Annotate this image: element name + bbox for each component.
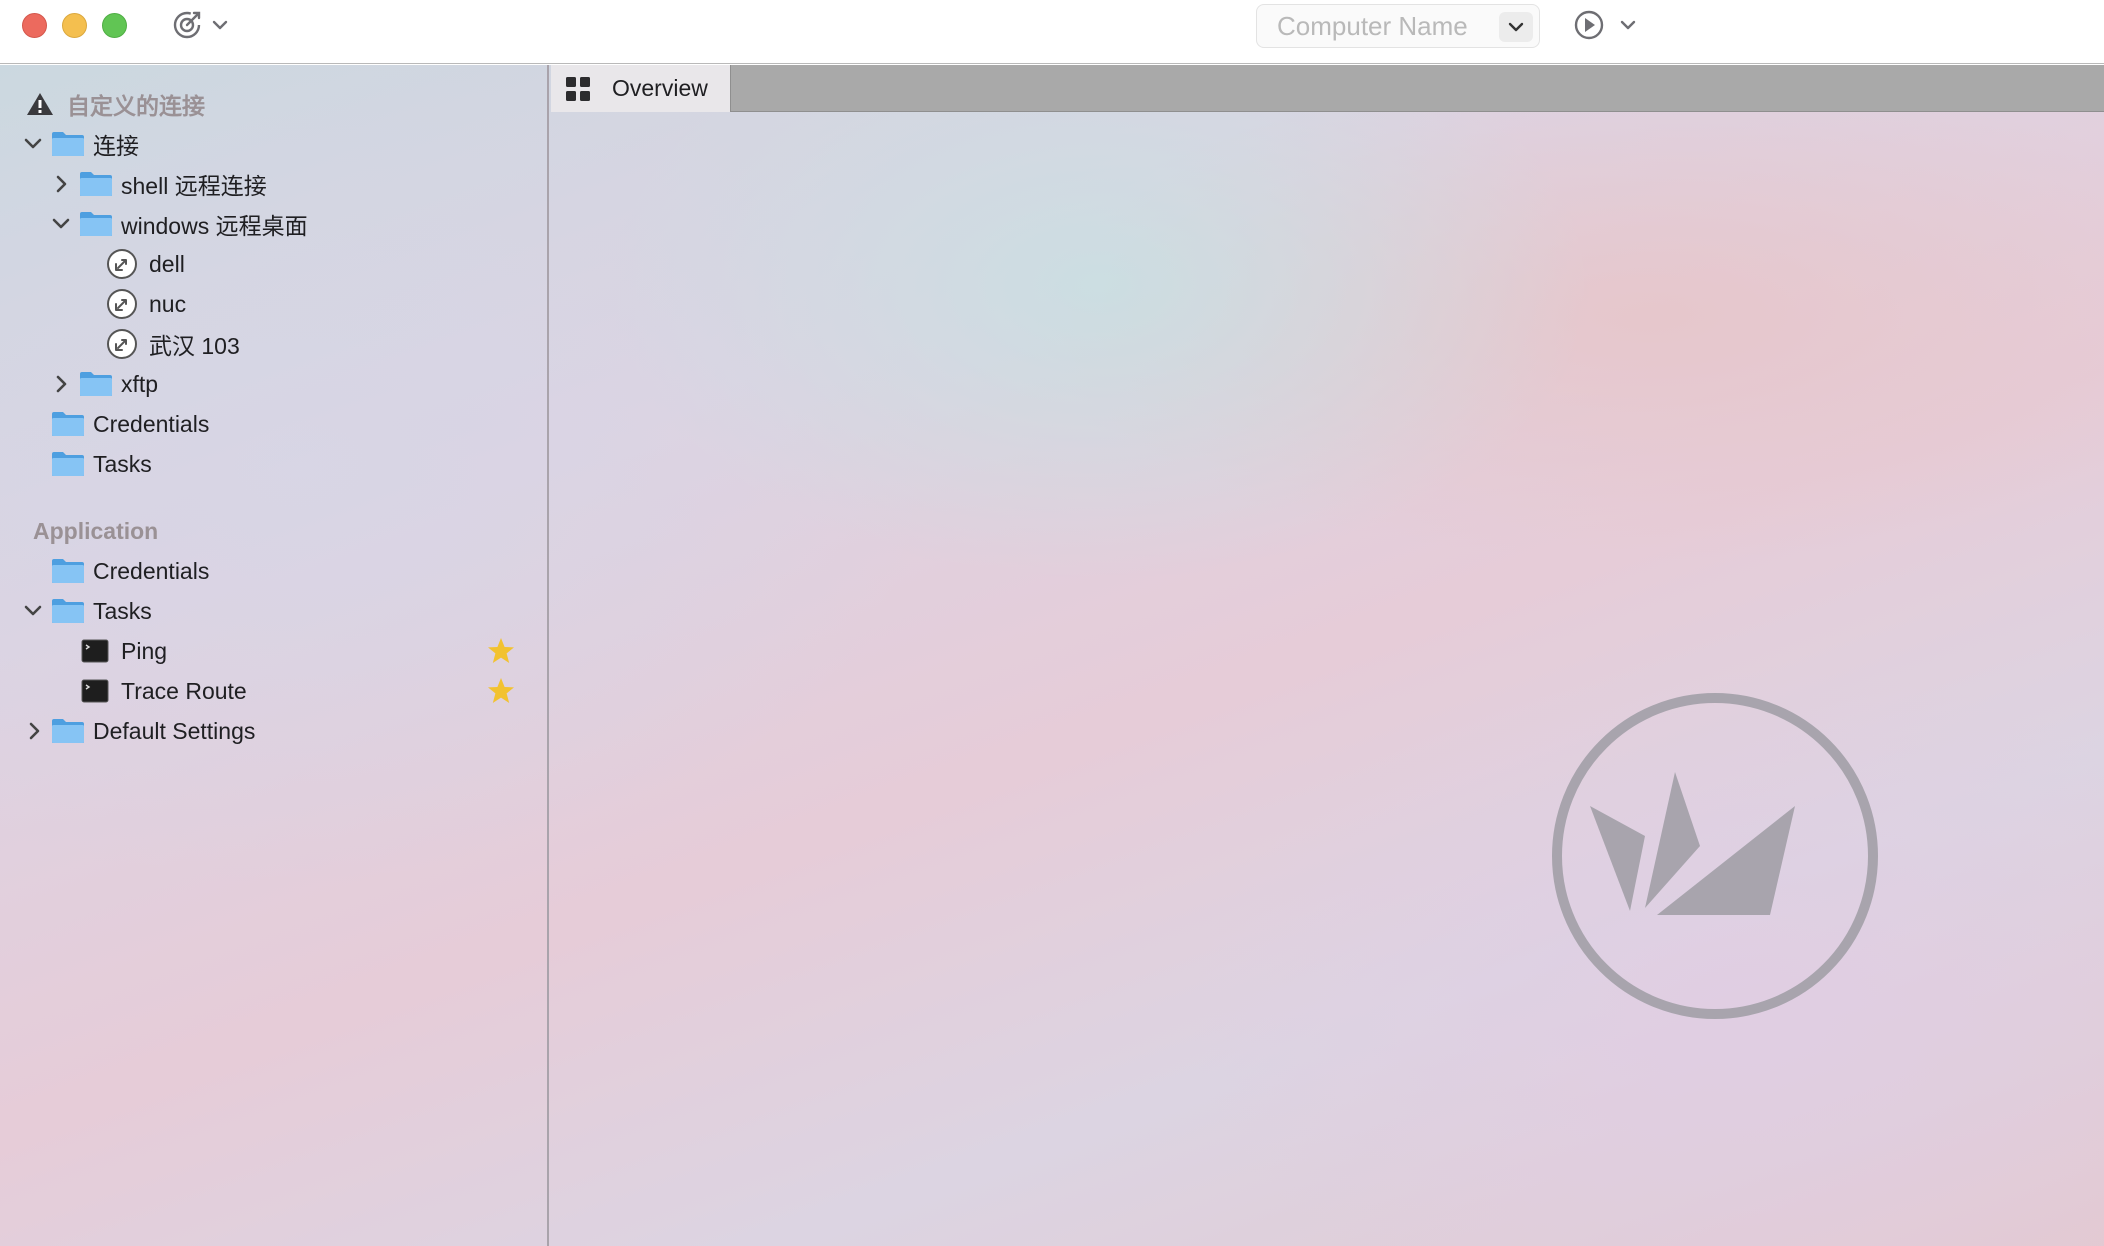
tab-label: Overview	[612, 75, 708, 101]
connect-menu-button[interactable]	[170, 8, 232, 47]
title-bar	[0, 0, 2104, 64]
tree-item-nuc[interactable]: nuc	[0, 284, 549, 324]
tree-item-label: 武汉 103	[149, 333, 240, 359]
tree-item-wuhan-103[interactable]: 武汉 103	[0, 324, 549, 364]
folder-icon	[79, 371, 113, 397]
tree-item-xftp[interactable]: xftp	[0, 364, 549, 404]
chevron-down-icon[interactable]	[21, 132, 45, 156]
tree-item-app-credentials[interactable]: Credentials	[0, 551, 549, 591]
play-circle-icon	[1574, 10, 1636, 40]
tab-bar: Overview	[551, 65, 2104, 112]
chevron-right-icon[interactable]	[50, 372, 74, 396]
tree-item-dell[interactable]: dell	[0, 244, 549, 284]
folder-icon	[79, 171, 113, 197]
tree-item-label: windows 远程桌面	[121, 213, 308, 239]
tree-item-label: Trace Route	[121, 677, 247, 704]
tree-item-label: Tasks	[93, 597, 152, 624]
chevron-right-icon[interactable]	[23, 719, 47, 743]
section-title: 自定义的连接	[67, 93, 205, 119]
remote-desktop-icon	[106, 248, 138, 280]
tree-item-label: Credentials	[93, 557, 210, 584]
folder-icon	[51, 451, 85, 477]
favorite-star-icon[interactable]	[485, 635, 517, 667]
grid-icon	[564, 75, 592, 103]
tree-item-label: Credentials	[93, 410, 210, 437]
folder-icon	[51, 411, 85, 437]
terminal-icon	[81, 639, 109, 663]
folder-icon	[79, 211, 113, 237]
sidebar: 自定义的连接 连接 shell 远程连接 windows 远程桌面 dell n…	[0, 65, 549, 1246]
section-header-custom: 自定义的连接	[0, 84, 549, 124]
tree-item-label: dell	[149, 250, 185, 277]
remote-desktop-icon	[106, 328, 138, 360]
tab-overview[interactable]: Overview	[551, 65, 731, 112]
run-menu-button[interactable]	[1572, 8, 1638, 47]
tree-item-label: 连接	[93, 133, 139, 159]
computer-name-input[interactable]	[1277, 9, 1497, 43]
search-history-dropdown-button[interactable]	[1499, 12, 1533, 42]
folder-icon	[51, 598, 85, 624]
folder-icon	[51, 558, 85, 584]
chevron-down-icon	[1508, 22, 1524, 32]
target-icon	[173, 11, 228, 39]
tree-item-ping[interactable]: Ping	[0, 631, 549, 671]
minimize-window-button[interactable]	[62, 13, 87, 38]
maximize-window-button[interactable]	[102, 13, 127, 38]
tree-item-credentials[interactable]: Credentials	[0, 404, 549, 444]
remote-desktop-icon	[106, 288, 138, 320]
tree-item-app-tasks[interactable]: Tasks	[0, 591, 549, 631]
tree-item-label: Tasks	[93, 450, 152, 477]
computer-name-search[interactable]	[1256, 4, 1540, 48]
app-logo-watermark	[1545, 686, 1885, 1026]
terminal-icon	[81, 679, 109, 703]
tree-item-trace-route[interactable]: Trace Route	[0, 671, 549, 711]
tree-item-tasks[interactable]: Tasks	[0, 444, 549, 484]
tree-item-label: Ping	[121, 637, 168, 664]
section-header-application: Application	[0, 511, 549, 551]
tree-item-label: xftp	[121, 370, 159, 397]
section-title: Application	[33, 517, 159, 544]
tree-item-label: shell 远程连接	[121, 173, 267, 199]
tree-item-connections[interactable]: 连接	[0, 124, 549, 164]
tree-item-windows-rdp[interactable]: windows 远程桌面	[0, 204, 549, 244]
warning-triangle-icon	[26, 91, 54, 117]
favorite-star-icon[interactable]	[485, 675, 517, 707]
folder-icon	[51, 718, 85, 744]
tree-item-shell[interactable]: shell 远程连接	[0, 164, 549, 204]
chevron-right-icon[interactable]	[50, 172, 74, 196]
tree-item-label: Default Settings	[93, 717, 256, 744]
chevron-down-icon[interactable]	[21, 599, 45, 623]
tree-item-label: nuc	[149, 290, 187, 317]
folder-icon	[51, 131, 85, 157]
tree-item-default-settings[interactable]: Default Settings	[0, 711, 549, 751]
close-window-button[interactable]	[22, 13, 47, 38]
crown-logo-icon	[1552, 693, 1878, 1019]
chevron-down-icon[interactable]	[49, 212, 73, 236]
